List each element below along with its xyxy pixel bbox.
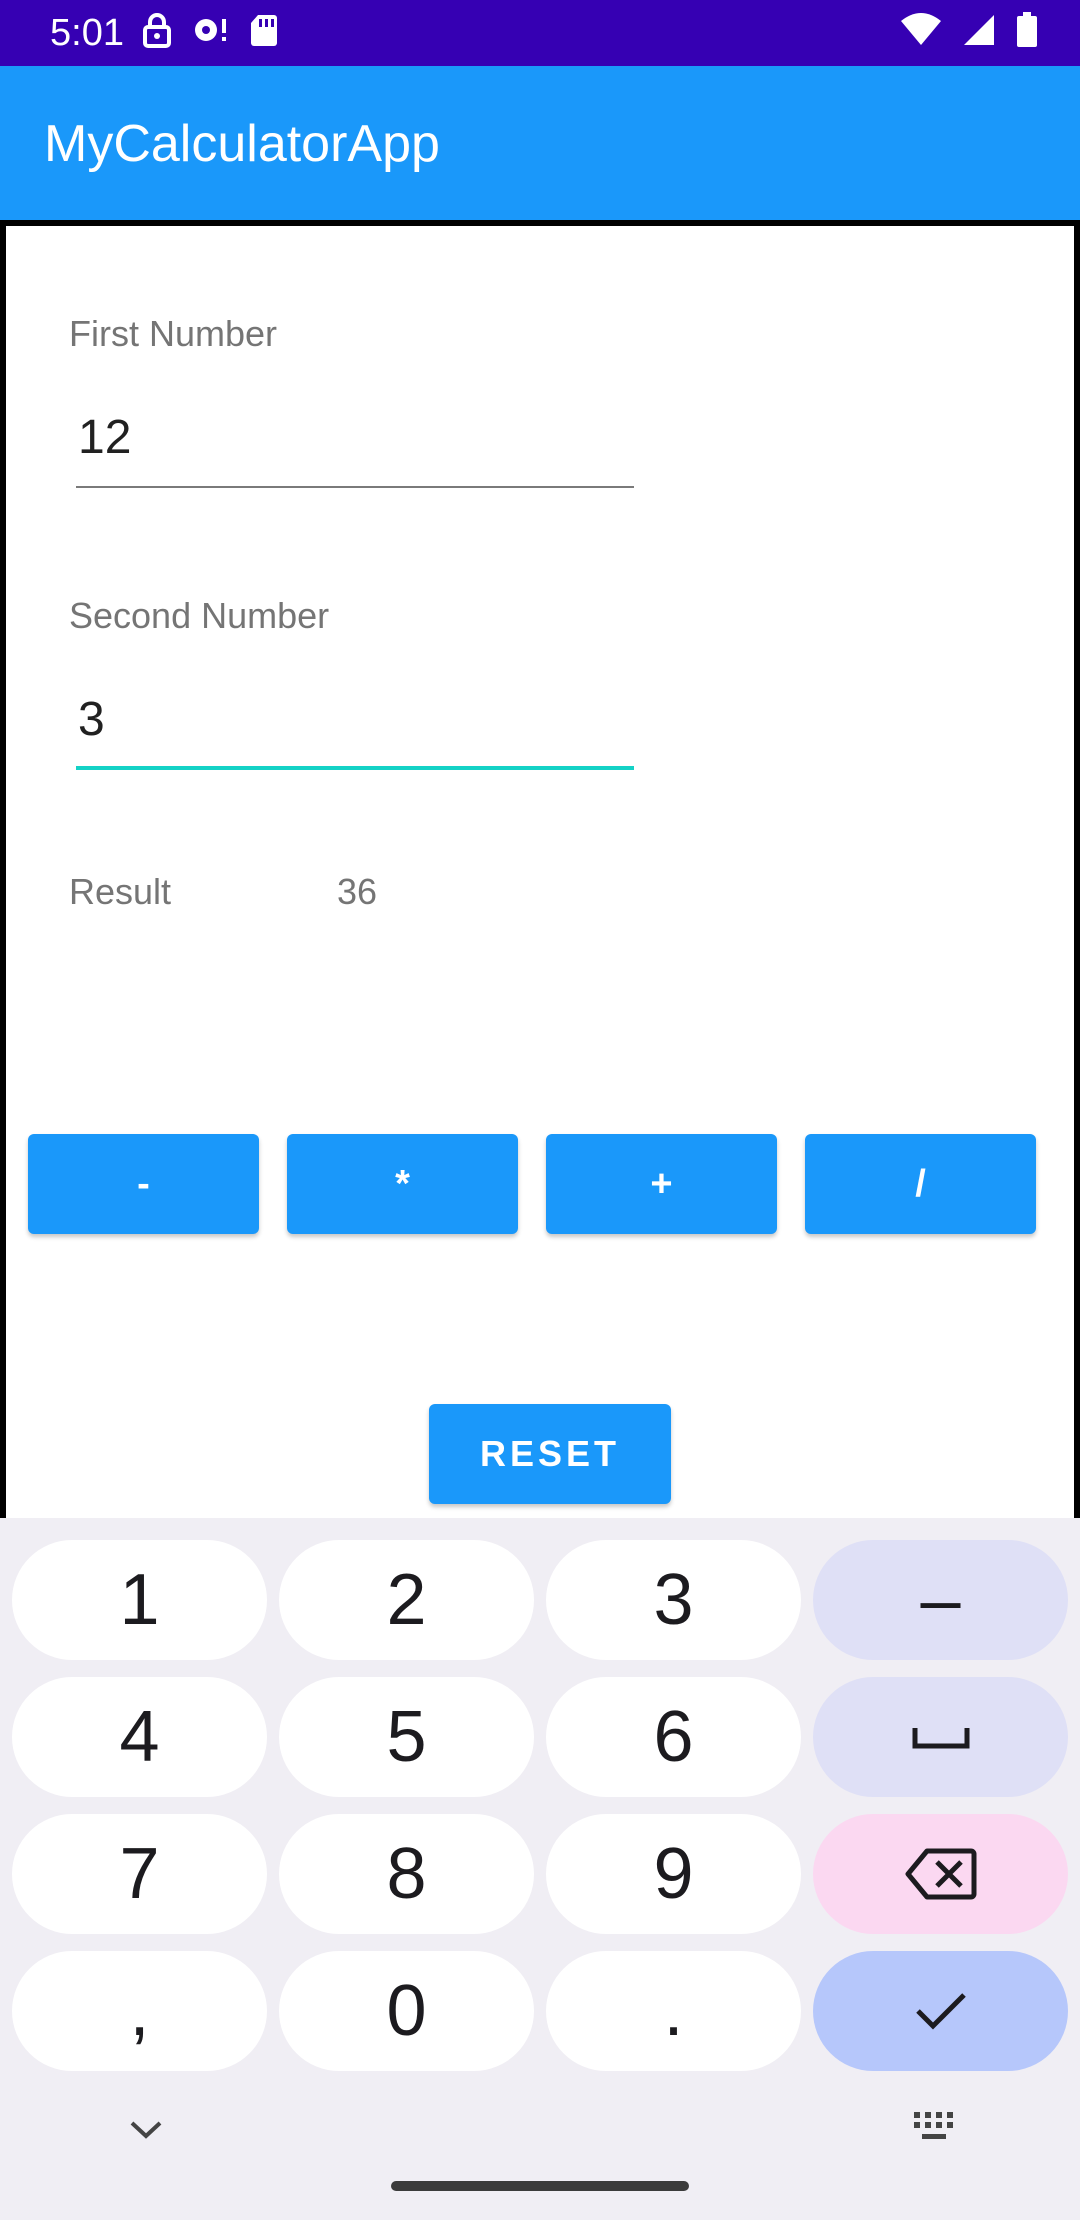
gesture-nav-handle[interactable] <box>391 2181 689 2191</box>
subtract-button[interactable]: - <box>28 1134 259 1234</box>
app-bar: MyCalculatorApp <box>0 66 1080 220</box>
multiply-button[interactable]: * <box>287 1134 518 1234</box>
wifi-icon <box>901 13 941 45</box>
key-period[interactable]: . <box>546 1951 801 2071</box>
hotspot-icon <box>195 19 226 41</box>
result-label: Result <box>69 871 172 912</box>
space-key[interactable] <box>813 1677 1068 1797</box>
status-time: 5:01 <box>50 12 124 54</box>
signal-icon <box>964 15 994 45</box>
key-comma[interactable]: , <box>12 1951 267 2071</box>
app-title: MyCalculatorApp <box>44 115 440 173</box>
key-9[interactable]: 9 <box>546 1814 801 1934</box>
second-number-field[interactable]: 3 <box>76 690 634 770</box>
key-4[interactable]: 4 <box>12 1677 267 1797</box>
numeric-keyboard: 1 2 3 – 4 5 6 7 8 9 , 0 . <box>0 1518 1080 2220</box>
switch-keyboard-icon[interactable] <box>912 2110 956 2142</box>
backspace-icon <box>905 1848 976 1900</box>
space-icon <box>912 1728 969 1749</box>
status-bar: 5:01 <box>0 0 1080 66</box>
checkmark-icon <box>915 1993 966 2030</box>
key-3[interactable]: 3 <box>546 1540 801 1660</box>
done-key[interactable] <box>813 1951 1068 2071</box>
divide-button[interactable]: / <box>805 1134 1036 1234</box>
calculator-content: First Number 12 Second Number 3 Result 3… <box>0 220 1080 1518</box>
lock-icon <box>143 13 171 48</box>
key-1[interactable]: 1 <box>12 1540 267 1660</box>
add-button[interactable]: + <box>546 1134 777 1234</box>
second-number-label: Second Number <box>69 595 330 636</box>
key-0[interactable]: 0 <box>279 1951 534 2071</box>
key-8[interactable]: 8 <box>279 1814 534 1934</box>
result-value: 36 <box>337 871 378 912</box>
key-7[interactable]: 7 <box>12 1814 267 1934</box>
key-6[interactable]: 6 <box>546 1677 801 1797</box>
sd-card-icon <box>251 15 277 46</box>
reset-button[interactable]: RESET <box>429 1404 671 1504</box>
first-number-label: First Number <box>69 313 278 354</box>
first-number-field[interactable]: 12 <box>76 408 634 488</box>
status-icons-right <box>900 12 1038 48</box>
battery-icon <box>1017 12 1037 47</box>
key-5[interactable]: 5 <box>279 1677 534 1797</box>
collapse-keyboard-icon[interactable] <box>128 2118 164 2142</box>
status-icons-left <box>142 12 278 48</box>
key-2[interactable]: 2 <box>279 1540 534 1660</box>
minus-key[interactable]: – <box>813 1540 1068 1660</box>
backspace-key[interactable] <box>813 1814 1068 1934</box>
